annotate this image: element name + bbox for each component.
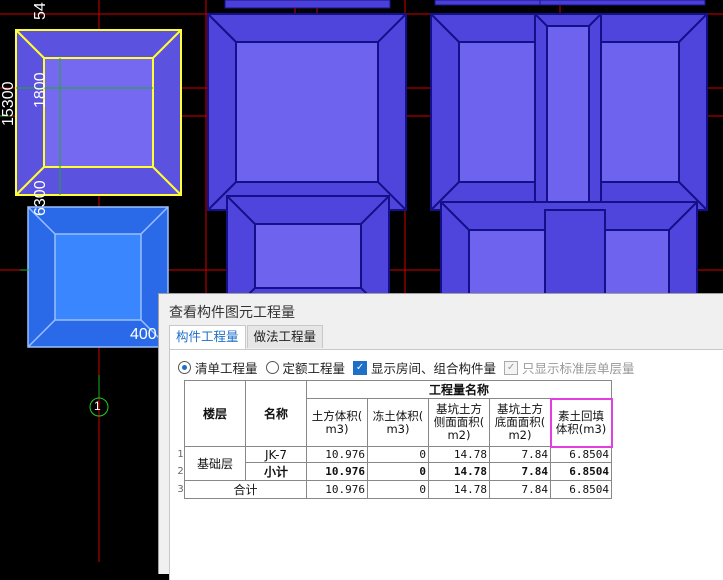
foundation-pit-bottom <box>254 223 362 289</box>
cell-total-label: 合计 <box>184 480 307 499</box>
table-row[interactable]: 1 基础层 JK-7 10.976 0 14.78 7.84 6.8504 <box>177 446 612 481</box>
cell-value: 0 <box>367 480 429 499</box>
option-qingdan-label: 清单工程量 <box>195 361 258 376</box>
dimension-400: 400 <box>130 326 157 343</box>
header-earth-volume: 土方体积( m3) <box>306 398 368 447</box>
quantity-panel: 清单工程量 定额工程量 ✓ 显示房间、组合构件量 ✓ 只显示标准层单层量 楼层 … <box>169 349 723 580</box>
component-quantity-dialog: 查看构件图元工程量 构件工程量 做法工程量 清单工程量 定额工程量 ✓ 显示房间… <box>158 293 723 580</box>
dialog-tabs: 构件工程量 做法工程量 <box>169 325 324 350</box>
cell-value: 14.78 <box>428 462 490 481</box>
cell-value: 10.976 <box>306 446 368 463</box>
row-number: 3 <box>177 480 185 499</box>
cell-value: 10.976 <box>306 462 368 481</box>
checkbox-disabled-icon[interactable]: ✓ <box>504 360 519 375</box>
cell-value: 10.976 <box>306 480 368 499</box>
dimension-54: 54 <box>32 2 49 20</box>
header-pit-bottom-area: 基坑土方 底面面积( m2) <box>489 398 551 447</box>
table-row-total[interactable]: 3 合计 10.976 0 14.78 7.84 6.8504 <box>177 480 612 499</box>
header-pit-side-area: 基坑土方 侧面面积( m2) <box>428 398 490 447</box>
options-bar: 清单工程量 定额工程量 ✓ 显示房间、组合构件量 ✓ 只显示标准层单层量 <box>178 358 643 377</box>
dialog-title: 查看构件图元工程量 <box>169 305 295 321</box>
header-backfill-volume: 素土回填 体积(m3) <box>549 397 613 448</box>
row-number: 2 <box>177 462 185 481</box>
tab-component-quantity[interactable]: 构件工程量 <box>169 325 246 350</box>
cell-value: 7.84 <box>489 462 551 481</box>
cell-value: 0 <box>367 446 429 463</box>
checkbox-checked-icon[interactable]: ✓ <box>353 360 368 375</box>
selected-foundation-pit <box>15 29 182 196</box>
header-name: 名称 <box>245 380 307 447</box>
foundation-pit-top <box>224 0 706 9</box>
dimension-6300: 6300 <box>32 180 49 216</box>
radio-icon[interactable] <box>265 361 279 374</box>
tab-method-quantity[interactable]: 做法工程量 <box>246 325 324 348</box>
row-number-header <box>177 380 185 447</box>
option-std-floor-only[interactable]: ✓ 只显示标准层单层量 <box>504 358 635 377</box>
option-show-rooms-label: 显示房间、组合构件量 <box>371 361 497 376</box>
cell-value: 7.84 <box>489 446 551 463</box>
radio-selected-icon[interactable] <box>178 361 191 374</box>
header-frozen-volume: 冻土体积( m3) <box>367 398 429 447</box>
option-qingdan[interactable]: 清单工程量 <box>178 358 258 377</box>
cell-value: 0 <box>367 462 429 481</box>
option-dinge[interactable]: 定额工程量 <box>265 358 346 377</box>
cell-value: 6.8504 <box>550 446 612 463</box>
cell-name: JK-7 <box>245 446 307 463</box>
cell-value: 14.78 <box>428 446 490 463</box>
foundation-pit-bottom <box>235 41 379 183</box>
cell-value: 7.84 <box>489 480 551 499</box>
dimension-15300: 15300 <box>0 81 17 127</box>
cell-floor: 基础层 <box>184 446 246 481</box>
axis-number-label: 1 <box>94 399 101 413</box>
cell-value: 6.8504 <box>550 480 612 499</box>
header-quantity-group: 工程量名称 <box>306 380 612 399</box>
quantity-table: 楼层 名称 工程量名称 土方体积( m3) 冻土体积( m3) 基坑土方 侧面面… <box>177 380 613 499</box>
foundation-pit-bottom <box>546 25 590 213</box>
option-std-floor-label: 只显示标准层单层量 <box>522 361 635 376</box>
dimension-1800: 1800 <box>32 72 49 108</box>
cell-value: 6.8504 <box>550 462 612 481</box>
row-number: 1 <box>177 446 185 463</box>
option-show-rooms[interactable]: ✓ 显示房间、组合构件量 <box>353 358 496 377</box>
cell-name: 小计 <box>245 462 307 481</box>
header-floor: 楼层 <box>184 380 246 447</box>
option-dinge-label: 定额工程量 <box>282 361 346 376</box>
foundation-pits-group <box>207 13 708 323</box>
cell-value: 14.78 <box>428 480 490 499</box>
